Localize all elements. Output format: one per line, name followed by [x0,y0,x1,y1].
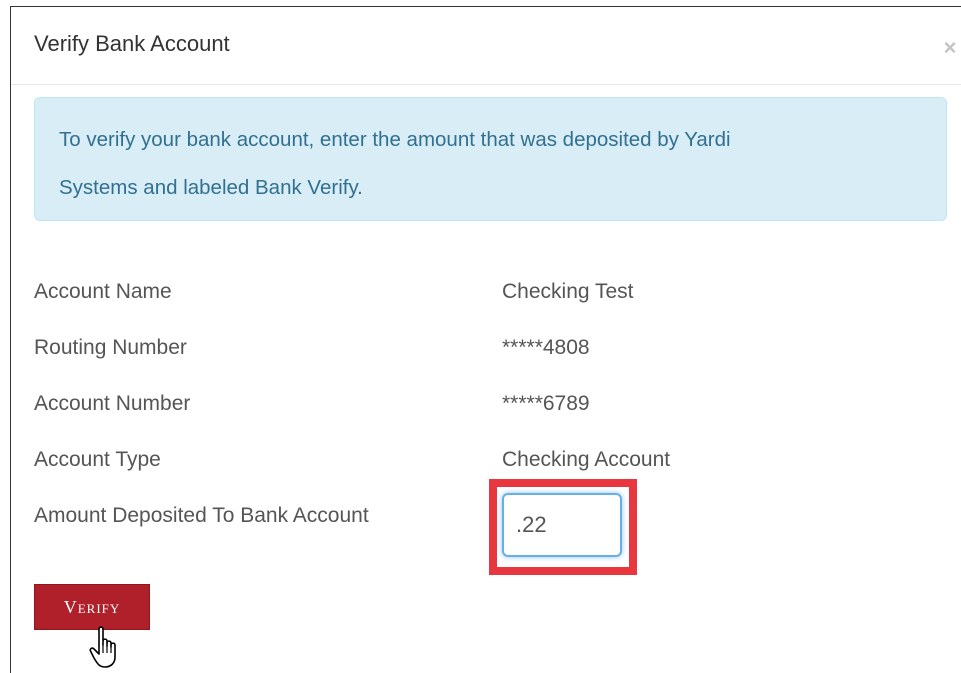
info-text-line-2: Systems and labeled Bank Verify. [59,176,363,199]
account-type-row: Account Type Checking Account [34,448,934,478]
account-name-row: Account Name Checking Test [34,280,934,310]
routing-number-value: *****4808 [502,336,590,359]
account-name-label: Account Name [34,280,172,303]
account-number-label: Account Number [34,392,191,415]
account-number-value: *****6789 [502,392,590,415]
verify-button[interactable]: Verify [34,584,150,630]
amount-row: Amount Deposited To Bank Account [34,504,934,534]
dialog-title: Verify Bank Account [34,31,230,56]
routing-number-label: Routing Number [34,336,187,359]
amount-input[interactable] [502,493,622,557]
account-name-value: Checking Test [502,280,634,303]
account-type-label: Account Type [34,448,161,471]
hand-pointer-icon [89,626,116,668]
close-icon[interactable]: × [941,37,959,59]
routing-number-row: Routing Number *****4808 [34,336,934,366]
account-number-row: Account Number *****6789 [34,392,934,422]
account-type-value: Checking Account [502,448,671,471]
verify-bank-account-dialog: Verify Bank Account × To verify your ban… [10,6,961,673]
info-alert: To verify your bank account, enter the a… [34,97,947,221]
info-text-line-1: To verify your bank account, enter the a… [59,128,731,151]
amount-label: Amount Deposited To Bank Account [34,504,369,527]
dialog-header: Verify Bank Account × [11,7,961,85]
